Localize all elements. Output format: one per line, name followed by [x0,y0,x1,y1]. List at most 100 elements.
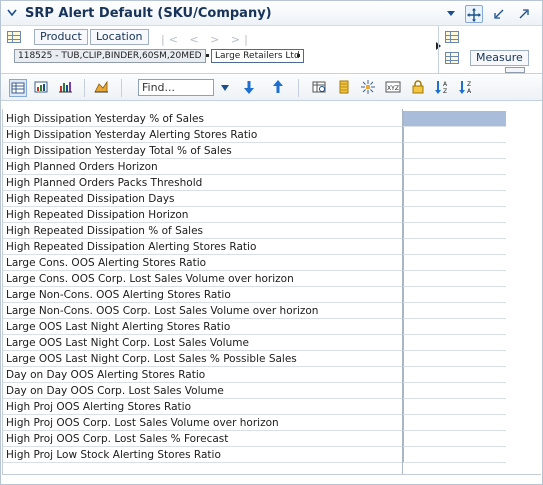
table-row[interactable]: Large OOS Last Night Corp. Lost Sales % … [3,351,506,367]
show-row-details-icon[interactable] [311,79,329,97]
selected-value-cell[interactable] [403,111,506,126]
row-label: High Repeated Dissipation Horizon [6,209,189,221]
chip-separator-dot [297,54,300,57]
table-row[interactable]: High Repeated Dissipation Alerting Store… [3,239,506,255]
find-input[interactable]: Find... [138,79,214,96]
column-dimension-panel: Measure [438,26,542,73]
collapse-chevron-icon[interactable] [7,9,17,17]
location-dimension-button[interactable]: Location [90,29,149,45]
sort-ascending-icon[interactable]: AZ [434,79,452,97]
value-cell[interactable] [403,303,506,318]
chip-separator-dot [206,54,209,57]
row-label: High Proj OOS Corp. Lost Sales Volume ov… [6,417,279,429]
product-dimension-button[interactable]: Product [34,29,88,45]
column-dimension-grid-icon [445,31,459,43]
row-label: Large Cons. OOS Corp. Lost Sales Volume … [6,273,294,285]
value-cell[interactable] [403,383,506,398]
row-dimension-grid-icon [7,31,21,43]
table-row[interactable]: Large Non-Cons. OOS Alerting Stores Rati… [3,287,506,303]
table-row[interactable]: High Planned Orders Packs Threshold [3,175,506,191]
table-row[interactable]: High Proj OOS Corp. Lost Sales % Forecas… [3,431,506,447]
area-chart-icon[interactable] [93,79,111,97]
row-label: Large OOS Last Night Corp. Lost Sales Vo… [6,337,249,349]
table-row[interactable]: Day on Day OOS Corp. Lost Sales Volume [3,383,506,399]
svg-text:XYZ: XYZ [387,85,399,92]
value-cell[interactable] [403,175,506,190]
svg-text:Z: Z [467,81,471,88]
view-menu-dropdown-icon[interactable] [446,8,456,18]
toolbar-separator [121,79,122,97]
row-label: High Proj OOS Corp. Lost Sales % Forecas… [6,433,229,445]
row-label: High Dissipation Yesterday Alerting Stor… [6,129,258,141]
measure-scroll-handle[interactable] [505,67,525,73]
table-row[interactable]: High Repeated Dissipation Days [3,191,506,207]
value-cell[interactable] [403,351,506,366]
toolbar-separator [84,79,85,97]
svg-text:Z: Z [443,88,447,95]
product-selection-chip[interactable]: 118525 - TUB,CLIP,BINDER,60SM,20MED [14,49,206,63]
lock-icon[interactable] [410,79,428,97]
maximize-arrow-icon[interactable] [515,5,533,23]
value-cell[interactable] [403,335,506,350]
row-label: Day on Day OOS Corp. Lost Sales Volume [6,385,224,397]
table-row[interactable]: High Repeated Dissipation % of Sales [3,223,506,239]
value-cell[interactable] [403,159,506,174]
value-cell[interactable] [403,399,506,414]
dimension-navigation-arrows[interactable]: |< < > >| [161,33,252,46]
grid-view-icon[interactable] [9,79,27,97]
value-cell[interactable] [403,287,506,302]
sort-descending-icon[interactable]: ZA [458,79,476,97]
chart-grid-view-icon[interactable] [33,79,51,97]
table-row[interactable]: High Proj Low Stock Alerting Stores Rati… [3,447,506,463]
move-icon[interactable] [465,5,483,23]
value-cell[interactable] [403,431,506,446]
table-row[interactable]: High Dissipation Yesterday Total % of Sa… [3,143,506,159]
table-row[interactable]: Large Non-Cons. OOS Corp. Lost Sales Vol… [3,303,506,319]
row-label: High Dissipation Yesterday Total % of Sa… [6,145,232,157]
dimension-area: Product Location |< < > >| 118525 - TUB,… [1,26,542,74]
value-cell[interactable] [403,415,506,430]
value-cell[interactable] [403,207,506,222]
value-cell[interactable] [403,239,506,254]
row-label: High Planned Orders Horizon [6,161,158,173]
location-selection-chip[interactable]: Large Retailers Ltd [211,49,304,63]
value-cell[interactable] [403,255,506,270]
row-label: High Proj OOS Alerting Stores Ratio [6,401,192,413]
table-row[interactable]: High Proj OOS Alerting Stores Ratio [3,399,506,415]
row-label: Large Non-Cons. OOS Alerting Stores Rati… [6,289,231,301]
table-row[interactable]: High Dissipation Yesterday % of Sales [3,111,506,127]
row-label: High Repeated Dissipation % of Sales [6,225,204,237]
value-cell[interactable] [403,319,506,334]
find-dropdown-icon[interactable] [220,83,230,93]
table-row[interactable]: Large Cons. OOS Alerting Stores Ratio [3,255,506,271]
value-cell[interactable] [403,367,506,382]
measure-table: High Dissipation Yesterday % of Sales Hig… [2,109,506,475]
value-cell[interactable] [403,447,506,462]
table-row[interactable]: Day on Day OOS Alerting Stores Ratio [3,367,506,383]
value-cell[interactable] [403,271,506,286]
table-row[interactable]: High Planned Orders Horizon [3,159,506,175]
sparkle-clear-icon[interactable] [360,79,378,97]
value-cell[interactable] [403,191,506,206]
table-row[interactable]: Large OOS Last Night Alerting Stores Rat… [3,319,506,335]
table-row[interactable]: High Dissipation Yesterday Alerting Stor… [3,127,506,143]
note-pad-icon[interactable] [336,79,354,97]
xyz-format-icon[interactable]: XYZ [385,79,403,97]
find-previous-up-arrow-icon[interactable] [270,79,288,97]
row-label: High Proj Low Stock Alerting Stores Rati… [6,449,221,461]
row-label: High Repeated Dissipation Alerting Store… [6,241,257,253]
table-row[interactable]: High Proj OOS Corp. Lost Sales Volume ov… [3,415,506,431]
row-label: Large Non-Cons. OOS Corp. Lost Sales Vol… [6,305,319,317]
table-row[interactable]: High Repeated Dissipation Horizon [3,207,506,223]
table-row[interactable]: Large OOS Last Night Corp. Lost Sales Vo… [3,335,506,351]
value-cell[interactable] [403,143,506,158]
minimize-arrow-icon[interactable] [490,5,508,23]
row-label: Large OOS Last Night Alerting Stores Rat… [6,321,231,333]
row-label: Large OOS Last Night Corp. Lost Sales % … [6,353,297,365]
find-next-down-arrow-icon[interactable] [241,79,259,97]
value-cell[interactable] [403,127,506,142]
table-row[interactable]: Large Cons. OOS Corp. Lost Sales Volume … [3,271,506,287]
bar-chart-view-icon[interactable] [57,79,75,97]
value-cell[interactable] [403,223,506,238]
measure-dimension-button[interactable]: Measure [470,50,529,66]
